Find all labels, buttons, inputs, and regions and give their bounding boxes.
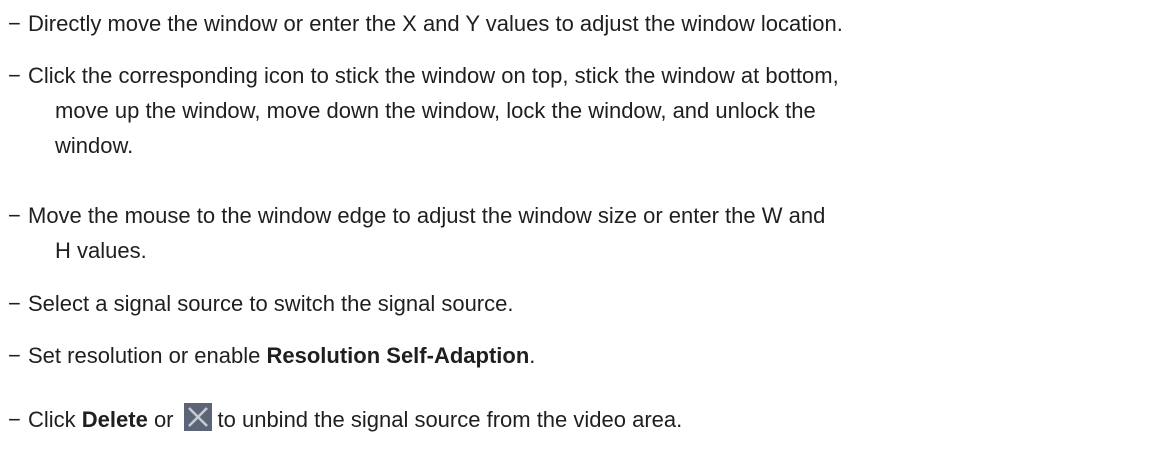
item-text: Set resolution or enable [28, 343, 267, 368]
item-text: Select a signal source to switch the sig… [28, 291, 514, 316]
item-text: . [529, 343, 536, 368]
list-item: − Directly move the window or enter the X… [8, 6, 1144, 41]
bullet-dash: − [8, 407, 21, 432]
item-text: to unbind the signal source from the vid… [217, 407, 683, 432]
bullet-dash: − [8, 63, 21, 88]
bullet-dash: − [8, 343, 21, 368]
item-text-continued: H values. [55, 238, 147, 263]
ui-term-bold: Resolution Self-Adaption [266, 343, 530, 368]
ui-term-bold: Delete [81, 407, 148, 432]
document-body: − Directly move the window or enter the X… [0, 0, 1150, 452]
item-text: Click the corresponding icon to stick th… [28, 63, 839, 88]
item-text: or [147, 407, 174, 432]
list-item: − Move the mouse to the window edge to ad… [8, 198, 1144, 268]
item-text: Directly move the window or enter the X … [28, 11, 843, 36]
item-text: Click [28, 407, 82, 432]
item-text-continued: window. [55, 133, 134, 158]
bullet-dash: − [8, 203, 21, 228]
list-item: − Select a signal source to switch the si… [8, 286, 1144, 321]
list-item: − Click Delete or to unbind the signal so… [8, 402, 1144, 437]
item-text: Move the mouse to the window edge to adj… [28, 203, 826, 228]
list-item: − Set resolution or enable Resolution Sel… [8, 338, 1144, 373]
bullet-dash: − [8, 11, 21, 36]
bullet-dash: − [8, 291, 21, 316]
close-x-icon [183, 403, 212, 431]
list-item: − Click the corresponding icon to stick t… [8, 58, 1144, 163]
item-text-continued: move up the window, move down the window… [55, 98, 816, 123]
